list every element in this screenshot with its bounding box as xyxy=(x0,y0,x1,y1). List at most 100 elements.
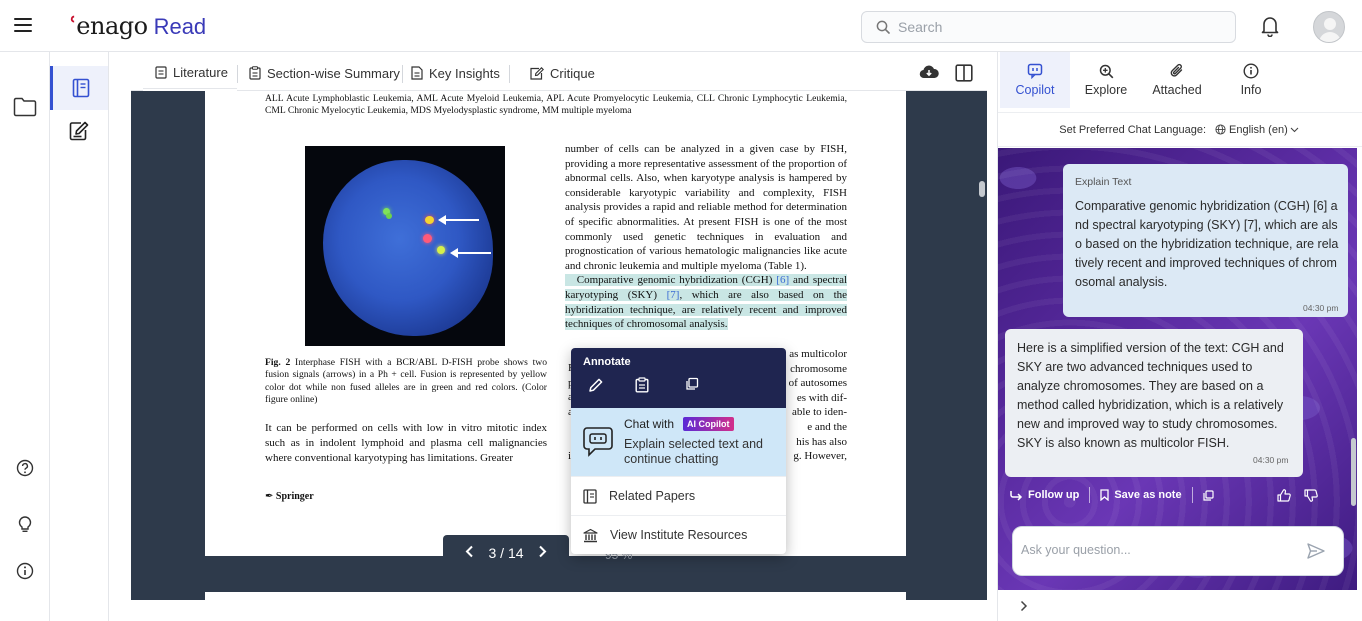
next-pdf-page xyxy=(205,592,906,600)
caption-text: Interphase FISH with a BCR/ABL D-FISH pr… xyxy=(265,357,547,406)
user-message: Explain Text Comparative genomic hybridi… xyxy=(1063,164,1348,317)
caption-label: Fig. 2 xyxy=(265,357,291,368)
logo-text: enago xyxy=(76,12,148,40)
bookmark-icon xyxy=(1100,489,1109,501)
tab-literature[interactable]: Literature xyxy=(143,55,237,91)
paperclip-icon xyxy=(1170,63,1183,77)
panel-tabs: Copilot Explore Attached Info xyxy=(998,52,1362,112)
tab-label: Key Insights xyxy=(429,65,500,81)
figure-caption: Fig. 2 Interphase FISH with a BCR/ABL D-… xyxy=(265,357,547,407)
hamburger-menu-icon[interactable] xyxy=(14,18,32,32)
save-as-note-button[interactable]: Save as note xyxy=(1100,489,1182,501)
publisher-name: Springer xyxy=(275,491,314,502)
chat-with-label: Chat with xyxy=(624,417,675,431)
chat-description: Explain selected text and continue chatt… xyxy=(624,437,763,466)
zoom-search-icon xyxy=(1099,64,1113,78)
ask-question-input[interactable] xyxy=(1021,543,1291,557)
user-message-text: Comparative genomic hybridization (CGH) … xyxy=(1075,199,1339,289)
info-icon xyxy=(1243,63,1259,79)
send-icon[interactable] xyxy=(1307,543,1325,564)
copilot-icon xyxy=(1027,63,1043,79)
tool-rail xyxy=(50,52,109,621)
document-icon xyxy=(155,65,167,79)
search-input[interactable] xyxy=(898,19,1218,35)
tab-divider xyxy=(237,65,238,83)
tab-explore[interactable]: Explore xyxy=(1080,52,1132,108)
chat-scrollbar[interactable] xyxy=(1351,438,1356,506)
document-lines-icon xyxy=(411,66,423,80)
thumbs-down-icon[interactable] xyxy=(1303,488,1323,502)
globe-icon xyxy=(1215,124,1226,135)
lightbulb-icon[interactable] xyxy=(15,514,35,534)
tab-info[interactable]: Info xyxy=(1234,52,1268,108)
viewer-scrollbar[interactable] xyxy=(979,181,985,197)
follow-up-button[interactable]: Follow up xyxy=(1010,489,1079,501)
body-paragraph-left: It can be performed on cells with low in… xyxy=(265,422,547,464)
tab-label: Copilot xyxy=(1015,83,1055,97)
user-avatar[interactable] xyxy=(1313,11,1345,43)
institution-icon xyxy=(583,528,598,542)
annotate-popup: Annotate Chat with AI Copilot Explain sel… xyxy=(571,348,786,554)
viewer-tabs: Literature Section-wise Summary Key Insi… xyxy=(131,55,987,91)
annotate-title: Annotate xyxy=(583,356,631,368)
search-box[interactable] xyxy=(861,11,1236,43)
chat-language-select[interactable]: English (en) xyxy=(1215,124,1302,136)
tab-critique[interactable]: Critique xyxy=(530,55,595,91)
app-logo[interactable]: ʿenago Read xyxy=(68,11,206,40)
publisher-logo: ✒ Springer xyxy=(265,491,314,502)
tab-attached[interactable]: Attached xyxy=(1146,52,1208,108)
ask-question-box xyxy=(1012,526,1344,576)
cloud-download-icon[interactable] xyxy=(919,64,939,85)
chat-bot-icon xyxy=(583,426,613,463)
search-icon xyxy=(876,20,890,34)
notification-bell-icon[interactable] xyxy=(1260,15,1280,42)
tab-label: Explore xyxy=(1084,82,1128,97)
tab-section-wise-summary[interactable]: Section-wise Summary xyxy=(249,55,400,91)
chat-with-copilot-option[interactable]: Chat with AI Copilot Explain selected tex… xyxy=(571,408,786,476)
copy-icon[interactable] xyxy=(685,377,699,396)
info-icon[interactable] xyxy=(15,561,35,581)
tab-key-insights[interactable]: Key Insights xyxy=(411,55,500,91)
page-counter[interactable]: 3 / 14 xyxy=(488,545,523,561)
tab-copilot[interactable]: Copilot xyxy=(1000,52,1070,108)
help-icon[interactable] xyxy=(15,458,35,478)
split-view-icon[interactable] xyxy=(955,64,973,87)
notes-edit-icon[interactable] xyxy=(68,120,90,142)
tab-label: Info xyxy=(1240,83,1262,97)
page-navigator: 3 / 14 xyxy=(443,535,569,570)
copilot-panel: Copilot Explore Attached Info Set Prefer… xyxy=(997,52,1362,621)
citation-link[interactable]: [7] xyxy=(667,289,680,301)
tab-label: Critique xyxy=(550,65,595,81)
related-papers-option[interactable]: Related Papers xyxy=(571,476,786,515)
papers-icon xyxy=(583,488,597,504)
note-clipboard-icon[interactable] xyxy=(635,377,649,398)
selected-text[interactable]: Comparative genomic hybridization (CGH) … xyxy=(565,274,848,331)
expand-chevron-icon[interactable] xyxy=(1020,599,1028,617)
copilot-message: Here is a simplified version of the text… xyxy=(1005,329,1303,477)
document-viewer: Literature Section-wise Summary Key Insi… xyxy=(131,55,987,600)
fish-figure-image xyxy=(305,146,505,346)
book-icon xyxy=(72,78,89,98)
reader-mode-button[interactable] xyxy=(50,66,108,110)
message-timestamp: 04:30 pm xyxy=(1303,303,1339,313)
folder-icon[interactable] xyxy=(11,95,39,119)
institute-resources-option[interactable]: View Institute Resources xyxy=(571,515,786,554)
edit-note-icon xyxy=(530,66,544,80)
copy-message-icon[interactable] xyxy=(1202,489,1219,501)
pencil-icon[interactable] xyxy=(588,377,604,398)
panel-footer xyxy=(998,590,1362,621)
related-papers-label: Related Papers xyxy=(609,489,696,503)
occluded-text-right: as multicolor chromosome of autosomes es… xyxy=(788,348,847,463)
body-paragraph-right: number of cells can be analyzed in a giv… xyxy=(565,143,847,272)
chat-language-row: Set Preferred Chat Language: English (en… xyxy=(998,112,1362,147)
left-rail xyxy=(0,52,50,621)
tab-label: Section-wise Summary xyxy=(267,65,400,81)
next-page-icon[interactable] xyxy=(538,545,547,561)
thumbs-up-icon[interactable] xyxy=(1276,488,1296,502)
tab-label: Literature xyxy=(173,64,228,80)
prev-page-icon[interactable] xyxy=(465,545,474,561)
ai-copilot-badge: AI Copilot xyxy=(683,417,734,431)
tab-divider xyxy=(402,65,403,83)
citation-link[interactable]: [6] xyxy=(776,274,789,286)
chevron-down-icon xyxy=(1290,127,1299,132)
